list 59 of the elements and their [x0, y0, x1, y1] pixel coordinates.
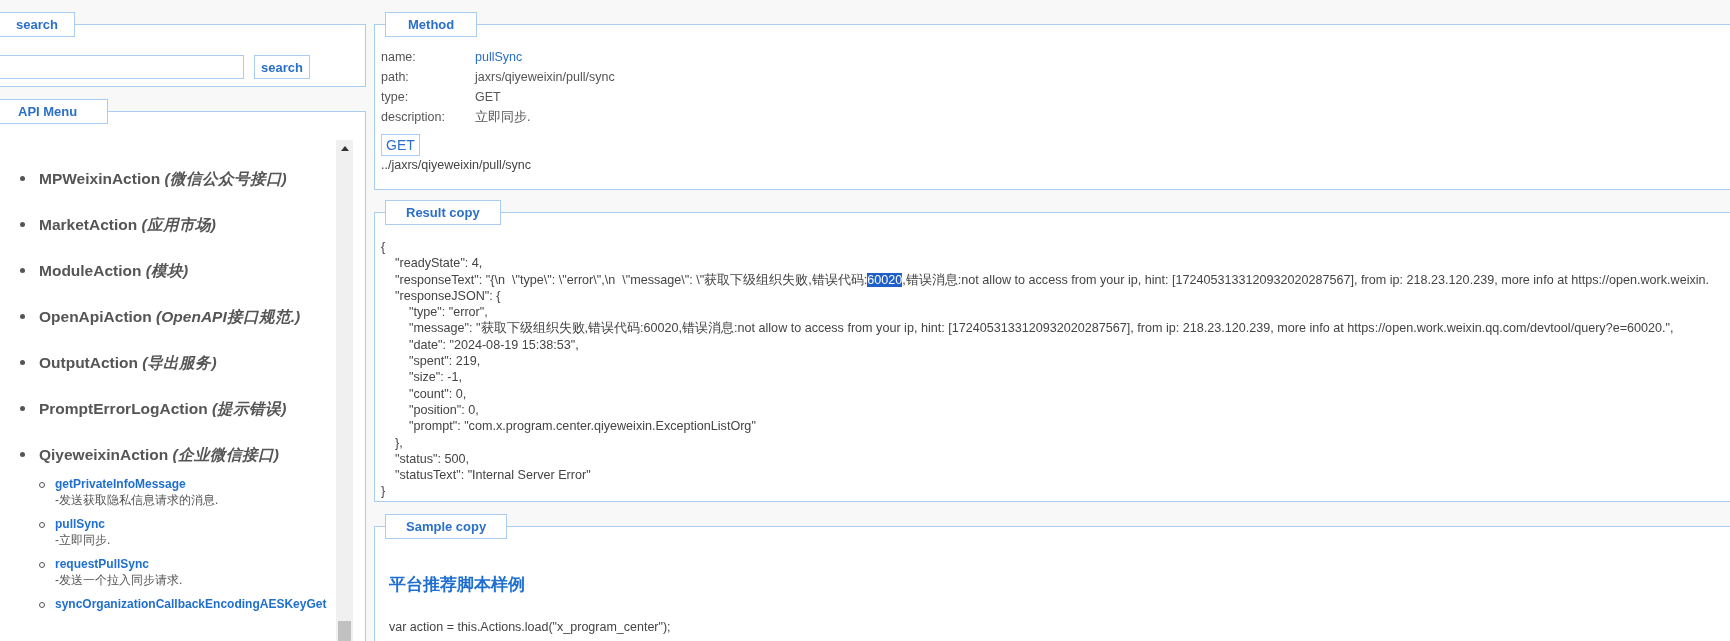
method-link[interactable]: requestPullSync: [55, 556, 150, 572]
json-line: "prompt": "com.x.program.center.qiyeweixin.ExceptionListOrg": [408, 418, 756, 435]
field-value: 立即同步.: [475, 109, 532, 125]
field-label: type:: [381, 89, 410, 105]
panel-legend: Sample copy: [385, 514, 508, 539]
get-button[interactable]: GET: [381, 134, 420, 156]
bullet-icon: [20, 268, 25, 273]
json-line: "responseText": "{\n \"type\": \"error\",\n \"message\": \"获取下级组织失败,错误代码:60020,错误消息:not allow to access from your ip, hint: [1724053133120932020287567], from ip: 218.23.120.239, more info at https://open.work.weixin.: [394, 271, 1710, 288]
menu-item[interactable]: PromptErrorLogAction (提示错误): [39, 398, 287, 420]
json-line: }: [381, 483, 386, 500]
menu-item[interactable]: MPWeixinAction (微信公众号接口): [39, 168, 287, 190]
json-line: {: [381, 239, 386, 256]
bullet-icon: [20, 452, 25, 457]
panel-legend: Method: [385, 12, 478, 37]
panel-legend: search: [0, 12, 75, 37]
search-button[interactable]: search: [254, 55, 310, 79]
json-line: "status": 500,: [394, 450, 470, 468]
field-value: GET: [475, 89, 502, 105]
field-label: path:: [381, 69, 410, 85]
bullet-icon: [20, 360, 25, 365]
json-line: "message": "获取下级组织失败,错误代码:60020,错误消息:not allow to access from your ip, hint: [1724053133120932020287567], from ip: 218.23.120.239, more info at https://open.work.weixin.qq.com/devtool/query?e=60020.",: [408, 320, 1674, 337]
json-line: "spent": 219,: [408, 353, 481, 370]
menu-item[interactable]: ModuleAction (模块): [39, 260, 189, 282]
panel-legend: API Menu: [0, 99, 109, 124]
method-link[interactable]: syncOrganizationCallbackEncodingAESKeyGet: [55, 596, 327, 612]
method-name-link[interactable]: pullSync: [475, 49, 1730, 65]
menu-item[interactable]: OpenApiAction (OpenAPI接口规范.): [39, 306, 301, 328]
json-line: "position": 0,: [408, 401, 479, 419]
bullet-icon: [20, 176, 25, 181]
method-link[interactable]: getPrivateInfoMessage: [55, 476, 186, 492]
scrollbar-thumb[interactable]: [338, 621, 351, 641]
bullet-icon: [20, 406, 25, 411]
method-description: -发送获取隐私信息请求的消息.: [55, 492, 219, 508]
sample-heading: 平台推荐脚本样例: [389, 574, 526, 596]
search-field[interactable]: [0, 55, 244, 79]
panel-legend: Result copy: [385, 200, 501, 225]
bullet-icon: [20, 314, 25, 319]
menu-item[interactable]: QiyeweixinAction (企业微信接口): [39, 444, 327, 466]
field-value: jaxrs/qiyeweixin/pull/sync: [475, 69, 616, 85]
json-line: "size": -1,: [408, 369, 463, 386]
scroll-up-icon[interactable]: [340, 146, 349, 151]
field-label: name:: [381, 49, 417, 65]
field-label: description:: [381, 109, 446, 125]
request-url: ../jaxrs/qiyeweixin/pull/sync: [381, 158, 533, 172]
scrollbar[interactable]: [336, 140, 353, 641]
method-description: -立即同步.: [55, 532, 111, 548]
json-line: "responseJSON": {: [394, 287, 501, 305]
json-line: "date": "2024-08-19 15:38:53",: [408, 336, 579, 354]
method-description: -发送一个拉入同步请求.: [55, 572, 183, 588]
menu-item[interactable]: OutputAction (导出服务): [39, 352, 217, 374]
json-line: "count": 0,: [408, 385, 467, 402]
json-line: "statusText": "Internal Server Error": [394, 467, 591, 484]
menu-item[interactable]: MarketAction (应用市场): [39, 214, 216, 236]
code-line: var action = this.Actions.load("x_program_center");: [389, 620, 672, 634]
json-line: "readyState": 4,: [394, 255, 483, 272]
json-line: "type": "error",: [408, 304, 488, 321]
method-link[interactable]: pullSync: [55, 516, 105, 532]
bullet-icon: [20, 222, 25, 227]
json-line: },: [394, 434, 403, 451]
